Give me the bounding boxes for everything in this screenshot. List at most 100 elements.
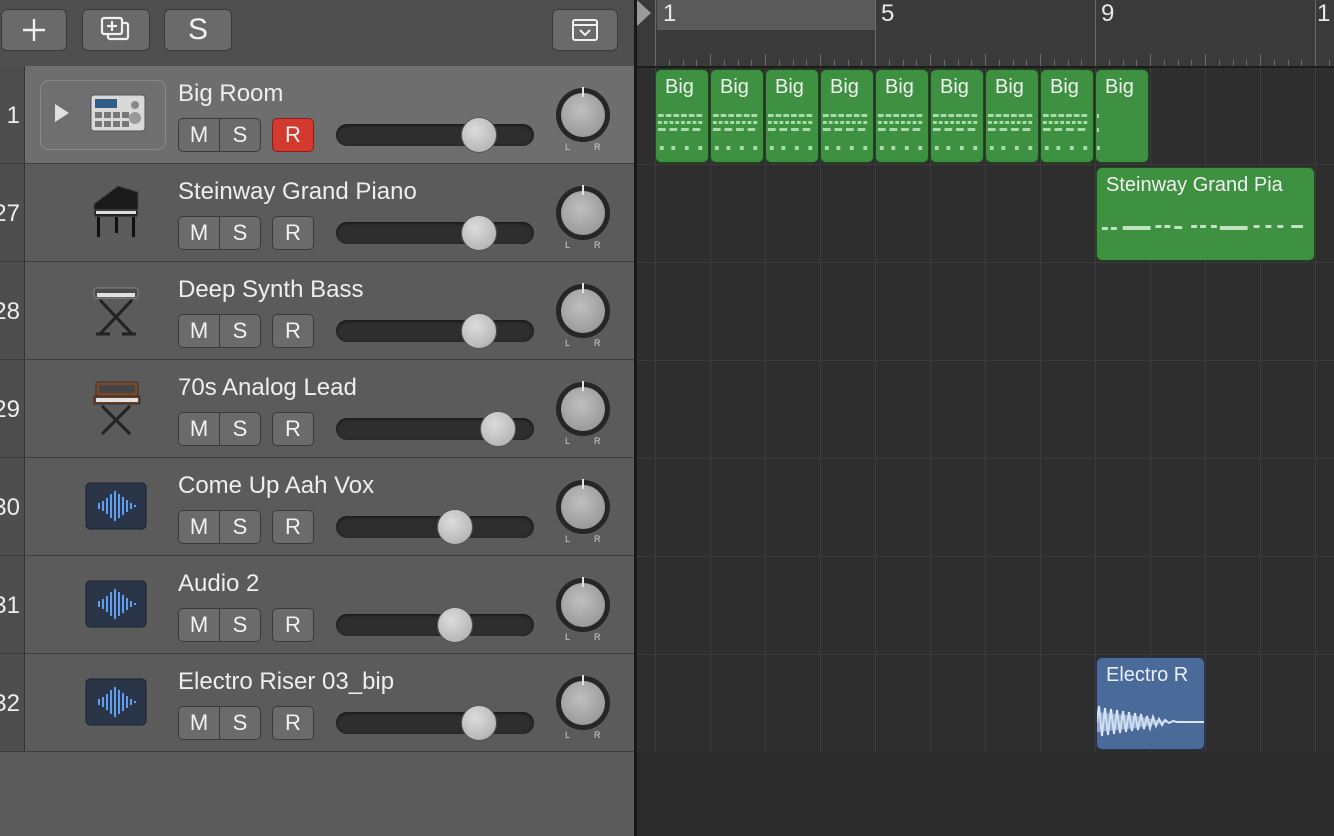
region-steinway-grand-piano[interactable]: Steinway Grand Pia — [1096, 167, 1315, 261]
ruler-tick — [1040, 54, 1041, 66]
region-electro-riser[interactable]: Electro R — [1096, 657, 1205, 750]
track-number-column: 32 — [0, 654, 25, 751]
solo-button[interactable]: S — [219, 706, 261, 740]
region-big-room[interactable]: Big — [820, 69, 874, 163]
record-arm-button[interactable]: R — [272, 412, 314, 446]
track-row[interactable]: 28Deep Synth BassMSRLR — [0, 262, 634, 360]
pan-knob-cap — [561, 485, 605, 529]
volume-fader[interactable] — [336, 117, 534, 153]
region-big-room[interactable]: Big — [1095, 69, 1149, 163]
mute-button[interactable]: M — [178, 216, 220, 250]
playhead-marker[interactable] — [637, 0, 651, 26]
ruler-subtick — [1328, 60, 1330, 66]
region-big-room[interactable]: Big — [875, 69, 929, 163]
ruler-tick — [875, 0, 876, 66]
solo-button[interactable]: S — [219, 608, 261, 642]
audio-waveform-icon — [84, 670, 148, 734]
midi-notes — [767, 114, 813, 150]
keyboard-stand-icon — [84, 278, 148, 342]
ruler-subtick — [888, 60, 890, 66]
empty-lane-area[interactable] — [637, 752, 1334, 836]
volume-fader[interactable] — [336, 313, 534, 349]
track-name[interactable]: Big Room — [178, 80, 283, 108]
bar-ruler[interactable]: 1 5 9 1 — [637, 0, 1334, 68]
disclosure-triangle-icon[interactable] — [55, 104, 69, 122]
region-big-room[interactable]: Big — [1040, 69, 1094, 163]
pan-knob[interactable]: LR — [556, 381, 610, 446]
solo-button[interactable]: S — [219, 216, 261, 250]
region-big-room[interactable]: Big — [930, 69, 984, 163]
global-solo-button[interactable]: S — [164, 9, 232, 51]
record-arm-button[interactable]: R — [272, 118, 314, 152]
record-arm-button[interactable]: R — [272, 216, 314, 250]
solo-button[interactable]: S — [219, 510, 261, 544]
ruler-subtick — [1136, 60, 1138, 66]
track-name[interactable]: Audio 2 — [178, 570, 259, 598]
add-track-button[interactable] — [1, 9, 67, 51]
volume-fader-knob[interactable] — [461, 705, 497, 741]
duplicate-track-button[interactable] — [82, 9, 150, 51]
midi-notes — [932, 114, 978, 150]
volume-fader-knob[interactable] — [480, 411, 516, 447]
mute-button[interactable]: M — [178, 412, 220, 446]
mute-button[interactable]: M — [178, 118, 220, 152]
pan-knob[interactable]: LR — [556, 283, 610, 348]
record-arm-button[interactable]: R — [272, 314, 314, 348]
pan-indicator — [582, 675, 584, 685]
record-arm-button[interactable]: R — [272, 510, 314, 544]
instrument-disclosure-box[interactable] — [40, 80, 166, 150]
arrange-timeline[interactable]: 1 5 9 1 Steinway Grand Pia Electro R Big… — [637, 0, 1334, 836]
volume-fader[interactable] — [336, 411, 534, 447]
region-big-room[interactable]: Big — [985, 69, 1039, 163]
mute-button[interactable]: M — [178, 706, 220, 740]
pan-knob[interactable]: LR — [556, 675, 610, 740]
track-name[interactable]: Come Up Aah Vox — [178, 472, 374, 500]
pan-right-label: R — [594, 338, 601, 348]
midi-notes — [657, 114, 703, 150]
record-arm-button[interactable]: R — [272, 706, 314, 740]
track-name[interactable]: Deep Synth Bass — [178, 276, 363, 304]
solo-button[interactable]: S — [219, 314, 261, 348]
track-row[interactable]: 30Come Up Aah VoxMSRLR — [0, 458, 634, 556]
region-big-room[interactable]: Big — [710, 69, 764, 163]
record-arm-button[interactable]: R — [272, 608, 314, 642]
pan-knob[interactable]: LR — [556, 479, 610, 544]
volume-fader[interactable] — [336, 705, 534, 741]
region-big-room[interactable]: Big — [655, 69, 709, 163]
pan-right-label: R — [594, 534, 601, 544]
track-name[interactable]: Steinway Grand Piano — [178, 178, 417, 206]
ruler-subtick — [1232, 60, 1234, 66]
ruler-subtick — [1273, 60, 1275, 66]
pan-knob[interactable]: LR — [556, 87, 610, 152]
ruler-subtick — [1067, 60, 1069, 66]
region-label: Big — [1105, 76, 1134, 98]
track-row[interactable]: 2970s Analog LeadMSRLR — [0, 360, 634, 458]
volume-fader-knob[interactable] — [437, 509, 473, 545]
volume-fader-knob[interactable] — [461, 215, 497, 251]
cycle-range[interactable] — [657, 0, 876, 30]
pan-knob[interactable]: LR — [556, 577, 610, 642]
mute-button[interactable]: M — [178, 608, 220, 642]
mute-button[interactable]: M — [178, 510, 220, 544]
region-big-room[interactable]: Big — [765, 69, 819, 163]
analog-synth-icon — [84, 376, 148, 440]
track-name[interactable]: Electro Riser 03_bip — [178, 668, 394, 696]
track-name[interactable]: 70s Analog Lead — [178, 374, 357, 402]
bar-number-1: 1 — [663, 0, 677, 27]
track-row[interactable]: 31Audio 2MSRLR — [0, 556, 634, 654]
track-row[interactable]: 27Steinway Grand PianoMSRLR — [0, 164, 634, 262]
pan-knob[interactable]: LR — [556, 185, 610, 250]
volume-fader[interactable] — [336, 509, 534, 545]
ruler-tick — [710, 54, 711, 66]
solo-button[interactable]: S — [219, 118, 261, 152]
volume-fader-knob[interactable] — [461, 117, 497, 153]
mute-button[interactable]: M — [178, 314, 220, 348]
volume-fader[interactable] — [336, 607, 534, 643]
solo-button[interactable]: S — [219, 412, 261, 446]
volume-fader-knob[interactable] — [437, 607, 473, 643]
volume-fader[interactable] — [336, 215, 534, 251]
track-row[interactable]: 1 Big Room M S R L R — [0, 66, 634, 164]
track-options-button[interactable] — [552, 9, 618, 51]
track-row[interactable]: 32 Electro Riser 03_bip MSR LR — [0, 654, 634, 752]
volume-fader-knob[interactable] — [461, 313, 497, 349]
